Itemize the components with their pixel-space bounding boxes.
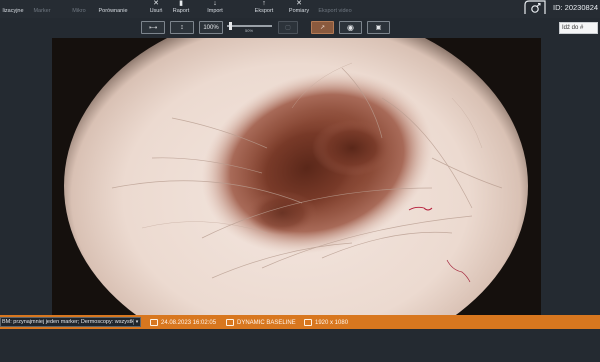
visualization-icon xyxy=(9,1,17,7)
zoom-slider[interactable]: 50% xyxy=(227,22,272,34)
ribbon-item-compare[interactable]: Porównanie xyxy=(96,0,130,14)
ribbon-label-delete: Usuń xyxy=(149,8,163,14)
status-mode: DYNAMIC BASELINE xyxy=(226,318,296,327)
status-bar: BM: przynajmniej jeden marker; Dermoscop… xyxy=(0,315,600,329)
ribbon-item-video-export[interactable]: Eksport video xyxy=(318,0,352,14)
ribbon-label-export: Eksport xyxy=(254,8,274,14)
fit-width-button[interactable]: ⇤⇥ xyxy=(141,21,165,34)
report-icon: ▮ xyxy=(179,0,183,7)
pin-tool-button[interactable]: ↗ xyxy=(311,21,334,34)
status-resolution: 1920 x 1080 xyxy=(304,318,348,327)
micro-icon xyxy=(75,1,83,7)
export-icon: ↑ xyxy=(262,0,266,7)
ribbon-item-visualization[interactable]: lizacyjne xyxy=(0,0,26,14)
fullscreen-icon: ▣ xyxy=(375,25,382,31)
image-toolbar: ⇤⇥ ↕ 100% 50% ▢ ↗ ◉ ▣ Idź do # xyxy=(0,18,600,38)
resolution-icon xyxy=(304,319,312,326)
ribbon-item-import[interactable]: ↓ Import xyxy=(202,0,228,14)
fullscreen-button[interactable]: ▣ xyxy=(367,21,390,34)
marker-icon xyxy=(38,1,46,7)
patient-id-label: ID: 20230824 xyxy=(553,3,599,12)
dermoscopy-picture xyxy=(52,38,541,315)
filter-dropdown[interactable]: BM: przynajmniej jeden marker; Dermoscop… xyxy=(0,317,141,327)
ribbon-label-compare: Porównanie xyxy=(98,8,128,14)
measure-icon: ✕ xyxy=(296,0,302,7)
bottom-panel xyxy=(0,329,600,362)
ribbon-label-visualization: lizacyjne xyxy=(2,8,24,14)
import-icon: ↓ xyxy=(213,0,217,7)
fit-height-icon: ↕ xyxy=(180,24,184,31)
filter-dropdown-value: BM: przynajmniej jeden marker; Dermoscop… xyxy=(2,319,133,325)
eye-icon: ◉ xyxy=(347,23,354,32)
ribbon-label-report: Raport xyxy=(172,8,190,14)
status-mode-text: DYNAMIC BASELINE xyxy=(237,319,296,326)
zoom-100-button[interactable]: 100% xyxy=(199,21,223,34)
ribbon-item-report[interactable]: ▮ Raport xyxy=(168,0,194,14)
calendar-icon xyxy=(150,319,158,326)
view-toggle-button[interactable]: ◉ xyxy=(339,21,362,34)
ribbon-label-video-export: Eksport video xyxy=(318,8,352,14)
status-resolution-text: 1920 x 1080 xyxy=(315,319,349,326)
chevron-down-icon: ▾ xyxy=(133,319,140,325)
delete-icon: ✕ xyxy=(153,0,159,7)
ribbon-label-import: Import xyxy=(207,8,223,14)
ribbon-item-export[interactable]: ↑ Eksport xyxy=(250,0,278,14)
zoom-slider-value: 50% xyxy=(245,28,254,33)
fit-height-button[interactable]: ↕ xyxy=(170,21,194,34)
baseline-icon xyxy=(226,319,234,326)
image-viewer xyxy=(0,38,600,315)
ribbon-label-micro: Mikro xyxy=(72,8,86,14)
zoom-slider-track xyxy=(227,25,272,27)
ribbon-item-measure[interactable]: ✕ Pomiary xyxy=(285,0,313,14)
compare-icon xyxy=(109,1,117,7)
main-ribbon: lizacyjne Marker Mikro Porównanie ✕ Usuń… xyxy=(0,0,600,18)
status-date: 24.08.2023 16:02:05 xyxy=(150,318,216,327)
ribbon-item-micro[interactable]: Mikro xyxy=(68,0,90,14)
capture-icon: ▢ xyxy=(285,25,291,31)
ribbon-label-marker: Marker xyxy=(33,8,51,14)
dermoscopy-image[interactable] xyxy=(52,38,541,315)
app-logo-icon xyxy=(524,0,546,14)
ribbon-label-measure: Pomiary xyxy=(288,8,310,14)
video-export-icon xyxy=(331,1,339,7)
zoom-slider-thumb[interactable] xyxy=(229,22,232,30)
go-to-input[interactable]: Idź do # xyxy=(559,22,598,34)
capture-button[interactable]: ▢ xyxy=(278,21,298,34)
pin-tool-icon: ↗ xyxy=(319,25,326,31)
ribbon-item-marker[interactable]: Marker xyxy=(30,0,54,14)
status-date-text: 24.08.2023 16:02:05 xyxy=(161,319,217,326)
zoom-100-label: 100% xyxy=(203,24,219,31)
fit-width-icon: ⇤⇥ xyxy=(149,24,157,31)
ribbon-item-delete[interactable]: ✕ Usuń xyxy=(144,0,168,14)
